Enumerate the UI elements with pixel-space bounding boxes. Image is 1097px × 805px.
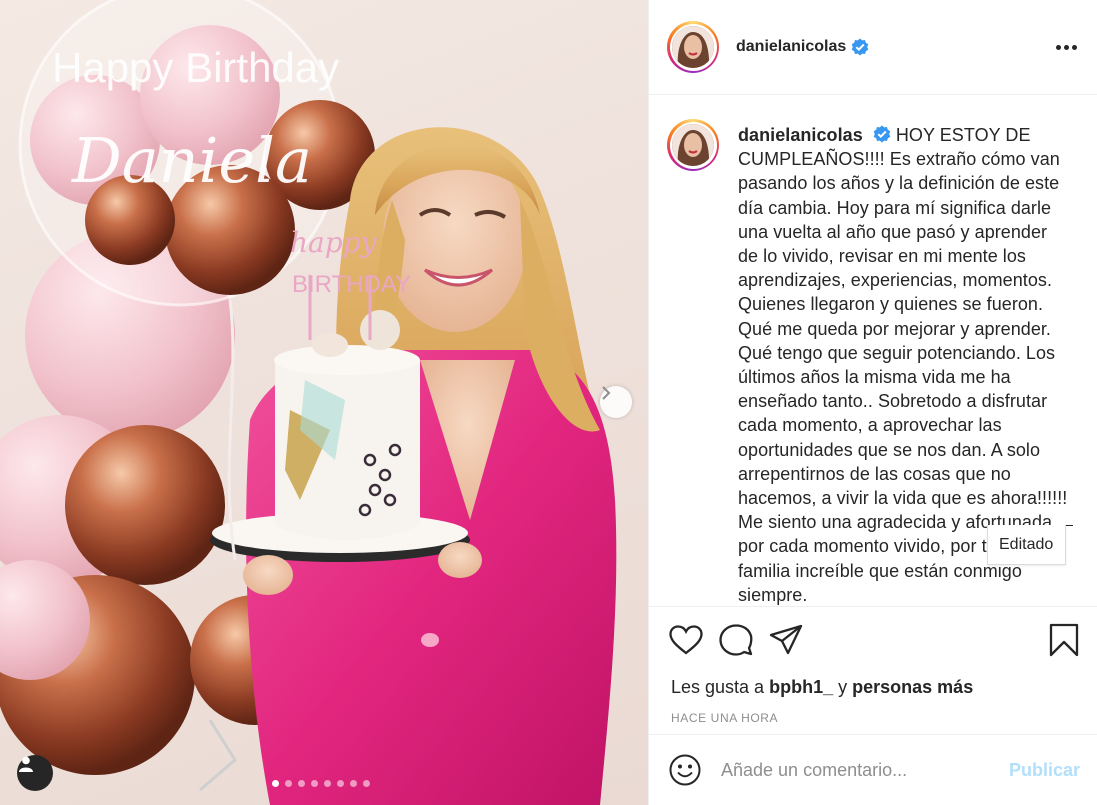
emoji-icon [669,754,701,786]
likes-joiner: y [838,677,848,697]
verified-badge-icon [851,38,869,56]
carousel-dot [350,780,357,787]
carousel-next-button[interactable] [600,386,632,418]
comment-bar: Publicar [649,734,1097,805]
likes-others-link[interactable]: personas más [852,677,973,697]
user-tag-button[interactable] [17,755,53,791]
caption-username[interactable]: danielanicolas [738,125,863,145]
paper-plane-icon [769,624,803,655]
carousel-dot [337,780,344,787]
carousel-dot [363,780,370,787]
post-photo[interactable]: Happy Birthday Daniela happy BIRTHDAY [0,0,648,805]
verified-badge-icon [873,125,891,143]
likes-user-link[interactable]: bpbh1_ [769,677,833,697]
heart-icon [669,625,703,655]
comment-icon [719,624,753,656]
share-button[interactable] [769,624,803,656]
carousel-dot [311,780,318,787]
balloon-text-top: Happy Birthday [52,44,339,91]
emoji-button[interactable] [669,754,701,786]
post-timestamp[interactable]: HACE UNA HORA [649,711,1097,725]
save-button[interactable] [1049,623,1079,657]
likes-prefix: Les gusta a [671,677,765,697]
comment-button[interactable] [719,624,753,656]
post-header: danielanicolas [649,0,1097,95]
post-side-panel: danielanicolas danielanicolas HOY ESTOY … [648,0,1097,805]
publish-button[interactable]: Publicar [1009,760,1080,781]
bookmark-icon [1049,623,1079,657]
topper-text-2: BIRTHDAY [292,271,411,298]
header-username[interactable]: danielanicolas [736,38,846,56]
like-button[interactable] [669,625,703,655]
carousel-dot [285,780,292,787]
birthday-photo-illustration: Happy Birthday Daniela happy BIRTHDAY [0,0,617,805]
balloon-text-name: Daniela [71,124,312,197]
avatar[interactable] [667,21,719,73]
carousel-dot [324,780,331,787]
caption-avatar[interactable] [667,119,719,171]
carousel-dot [298,780,305,787]
chevron-right-icon [602,386,611,400]
user-tag-icon [19,756,33,772]
action-bar [649,607,1097,673]
comment-input[interactable] [721,759,991,781]
edited-tooltip: Editado [987,525,1067,565]
likes-summary: Les gusta a bpbh1_ y personas más [649,673,1097,701]
more-options-icon [1056,44,1061,50]
carousel-indicator [272,780,370,787]
more-options-button[interactable] [1056,44,1077,50]
topper-text-1: happy [290,226,378,259]
carousel-dot [272,780,279,787]
